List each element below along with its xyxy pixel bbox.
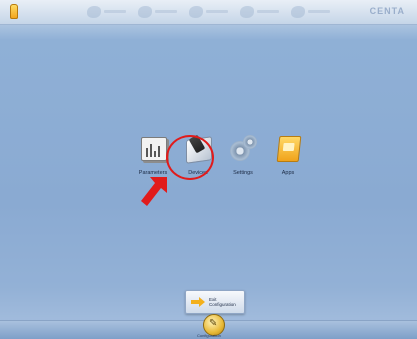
top-nav-item[interactable]: [184, 3, 232, 20]
parameters-icon: [138, 133, 168, 165]
settings-icon: [228, 133, 258, 165]
exit-label-line2: Configuration: [209, 302, 236, 307]
nav-item-icon: [188, 5, 203, 18]
top-nav-item[interactable]: [133, 3, 181, 20]
exit-configuration-button[interactable]: Exit Configuration: [185, 290, 245, 314]
app-logo-icon[interactable]: [10, 4, 18, 19]
top-toolbar: CENTA: [0, 0, 417, 25]
highlight-circle: [166, 135, 214, 180]
top-nav: [82, 3, 337, 20]
configuration-label: Configuration: [197, 333, 221, 338]
settings-tile[interactable]: Settings: [220, 133, 266, 176]
apps-icon: [273, 133, 303, 165]
brand-logo: CENTA: [369, 6, 405, 16]
red-arrow-icon: [141, 177, 167, 206]
settings-label: Settings: [233, 170, 253, 176]
apps-label: Apps: [281, 170, 295, 176]
exit-arrow-icon: [191, 296, 205, 308]
top-nav-item[interactable]: [286, 3, 334, 20]
configuration-menu: Parameters Devices Settings Apps: [130, 133, 310, 176]
apps-tile[interactable]: Apps: [265, 133, 311, 176]
nav-item-icon: [137, 5, 152, 18]
nav-item-icon: [86, 5, 101, 18]
top-nav-item[interactable]: [82, 3, 130, 20]
nav-item-icon: [239, 5, 254, 18]
nav-item-icon: [290, 5, 305, 18]
top-nav-item[interactable]: [235, 3, 283, 20]
